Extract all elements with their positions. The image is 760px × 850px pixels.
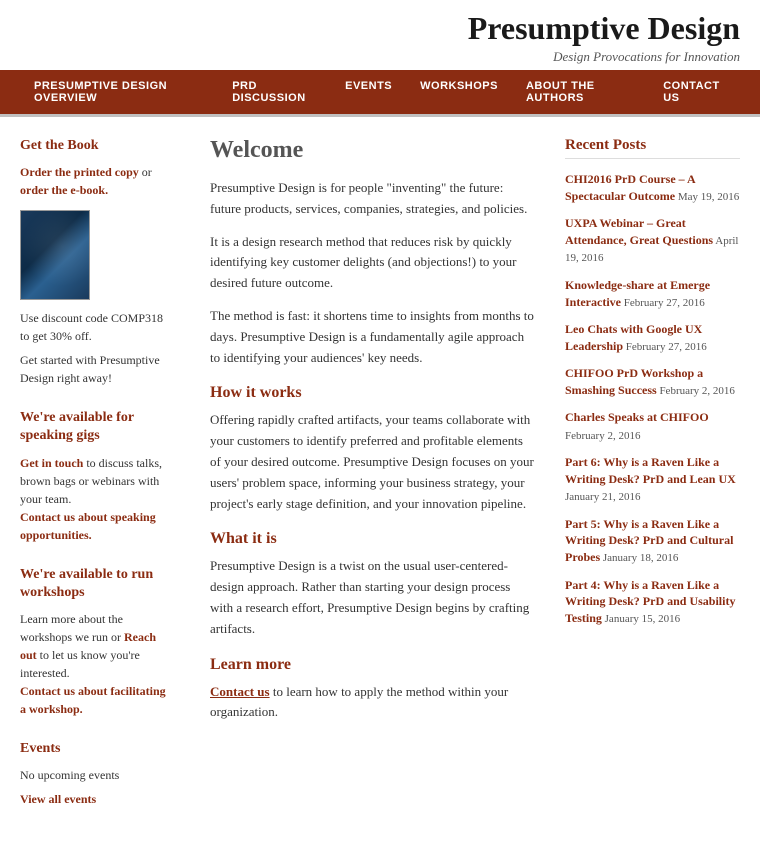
- sidebar-section-title-events: Events: [20, 740, 170, 758]
- post-item-7: Part 5: Why is a Raven Like a Writing De…: [565, 516, 740, 567]
- post-date-6: January 21, 2016: [565, 491, 640, 503]
- order-printed-link[interactable]: Order the printed copy: [20, 165, 139, 179]
- post-item-5: Charles Speaks at CHIFOO February 2, 201…: [565, 409, 740, 444]
- left-sidebar: Get the Book Order the printed copy or o…: [20, 137, 190, 830]
- post-link-5[interactable]: Charles Speaks at CHIFOO: [565, 410, 709, 424]
- contact-speaking-link[interactable]: Contact us about speaking opportunities.: [20, 510, 156, 542]
- sidebar-section-workshops: We're available to run workshops Learn m…: [20, 566, 170, 718]
- site-header: Presumptive Design Design Provocations f…: [0, 0, 760, 70]
- sidebar-section-events: Events No upcoming events View all event…: [20, 740, 170, 808]
- get-started-text: Get started with Presumptive Design righ…: [20, 351, 170, 387]
- post-date-0: May 19, 2016: [675, 191, 739, 203]
- book-cover-image: [20, 210, 90, 300]
- discount-text: Use discount code COMP318 to get 30% off…: [20, 309, 170, 345]
- post-date-3: February 27, 2016: [623, 341, 707, 353]
- post-item-8: Part 4: Why is a Raven Like a Writing De…: [565, 577, 740, 628]
- post-item-0: CHI2016 PrD Course – A Spectacular Outco…: [565, 171, 740, 205]
- nav-item-workshops[interactable]: WORKSHOPS: [406, 70, 512, 102]
- post-item-3: Leo Chats with Google UX Leadership Febr…: [565, 321, 740, 355]
- get-in-touch-link[interactable]: Get in touch: [20, 456, 83, 470]
- post-item-4: CHIFOO PrD Workshop a Smashing Success F…: [565, 365, 740, 399]
- nav-item-events[interactable]: EVENTS: [331, 70, 406, 102]
- recent-posts-title: Recent Posts: [565, 137, 740, 159]
- post-item-1: UXPA Webinar – Great Attendance, Great Q…: [565, 215, 740, 267]
- post-item-6: Part 6: Why is a Raven Like a Writing De…: [565, 454, 740, 506]
- view-all-events-link[interactable]: View all events: [20, 792, 96, 806]
- sidebar-section-title-speaking: We're available for speaking gigs: [20, 409, 170, 445]
- right-sidebar: Recent Posts CHI2016 PrD Course – A Spec…: [555, 137, 740, 830]
- workshops-text: Learn more about the workshops we run or…: [20, 610, 170, 718]
- post-date-4: February 2, 2016: [657, 385, 735, 397]
- what-it-is-title: What it is: [210, 530, 535, 548]
- book-order-text: Order the printed copy or order the e-bo…: [20, 163, 170, 199]
- how-it-works-title: How it works: [210, 384, 535, 402]
- welcome-title: Welcome: [210, 137, 535, 164]
- sidebar-section-title-workshops: We're available to run workshops: [20, 566, 170, 602]
- nav-item-prd-discussion[interactable]: PRD DISCUSSION: [218, 70, 331, 114]
- post-item-2: Knowledge-share at Emerge Interactive Fe…: [565, 277, 740, 311]
- sidebar-section-book: Get the Book Order the printed copy or o…: [20, 137, 170, 387]
- nav-item-contact-us[interactable]: CONTACT US: [649, 70, 740, 114]
- contact-workshop-link[interactable]: Contact us about facilitating a workshop…: [20, 684, 166, 716]
- speaking-text: Get in touch to discuss talks, brown bag…: [20, 454, 170, 544]
- post-link-6[interactable]: Part 6: Why is a Raven Like a Writing De…: [565, 455, 736, 486]
- sidebar-section-speaking: We're available for speaking gigs Get in…: [20, 409, 170, 543]
- how-it-works-text: Offering rapidly crafted artifacts, your…: [210, 410, 535, 514]
- post-date-5: February 2, 2016: [565, 430, 640, 442]
- site-tagline: Design Provocations for Innovation: [20, 49, 740, 65]
- site-nav: PRESUMPTIVE DESIGN OVERVIEWPRD DISCUSSIO…: [0, 70, 760, 114]
- view-events-link-p: View all events: [20, 790, 170, 808]
- main-container: Get the Book Order the printed copy or o…: [0, 117, 760, 850]
- welcome-p2: It is a design research method that redu…: [210, 232, 535, 294]
- reach-out-link[interactable]: Reach out: [20, 630, 156, 662]
- no-events-text: No upcoming events: [20, 766, 170, 784]
- order-ebook-link[interactable]: order the e-book.: [20, 183, 108, 197]
- recent-posts-list: CHI2016 PrD Course – A Spectacular Outco…: [565, 171, 740, 628]
- nav-item-about-the-authors[interactable]: ABOUT THE AUTHORS: [512, 70, 649, 114]
- site-title: Presumptive Design: [20, 10, 740, 47]
- nav-item-presumptive-design-overview[interactable]: PRESUMPTIVE DESIGN OVERVIEW: [20, 70, 218, 114]
- post-date-7: January 18, 2016: [600, 552, 678, 564]
- welcome-p1: Presumptive Design is for people "invent…: [210, 178, 535, 220]
- post-link-1[interactable]: UXPA Webinar – Great Attendance, Great Q…: [565, 216, 713, 247]
- what-it-is-text: Presumptive Design is a twist on the usu…: [210, 556, 535, 639]
- post-date-8: January 15, 2016: [602, 613, 680, 625]
- learn-more-text: Contact us to learn how to apply the met…: [210, 682, 535, 724]
- contact-us-link[interactable]: Contact us: [210, 684, 270, 699]
- learn-more-title: Learn more: [210, 656, 535, 674]
- welcome-p3: The method is fast: it shortens time to …: [210, 306, 535, 368]
- sidebar-section-title-book: Get the Book: [20, 137, 170, 155]
- post-date-2: February 27, 2016: [621, 297, 705, 309]
- main-content: Welcome Presumptive Design is for people…: [190, 137, 555, 830]
